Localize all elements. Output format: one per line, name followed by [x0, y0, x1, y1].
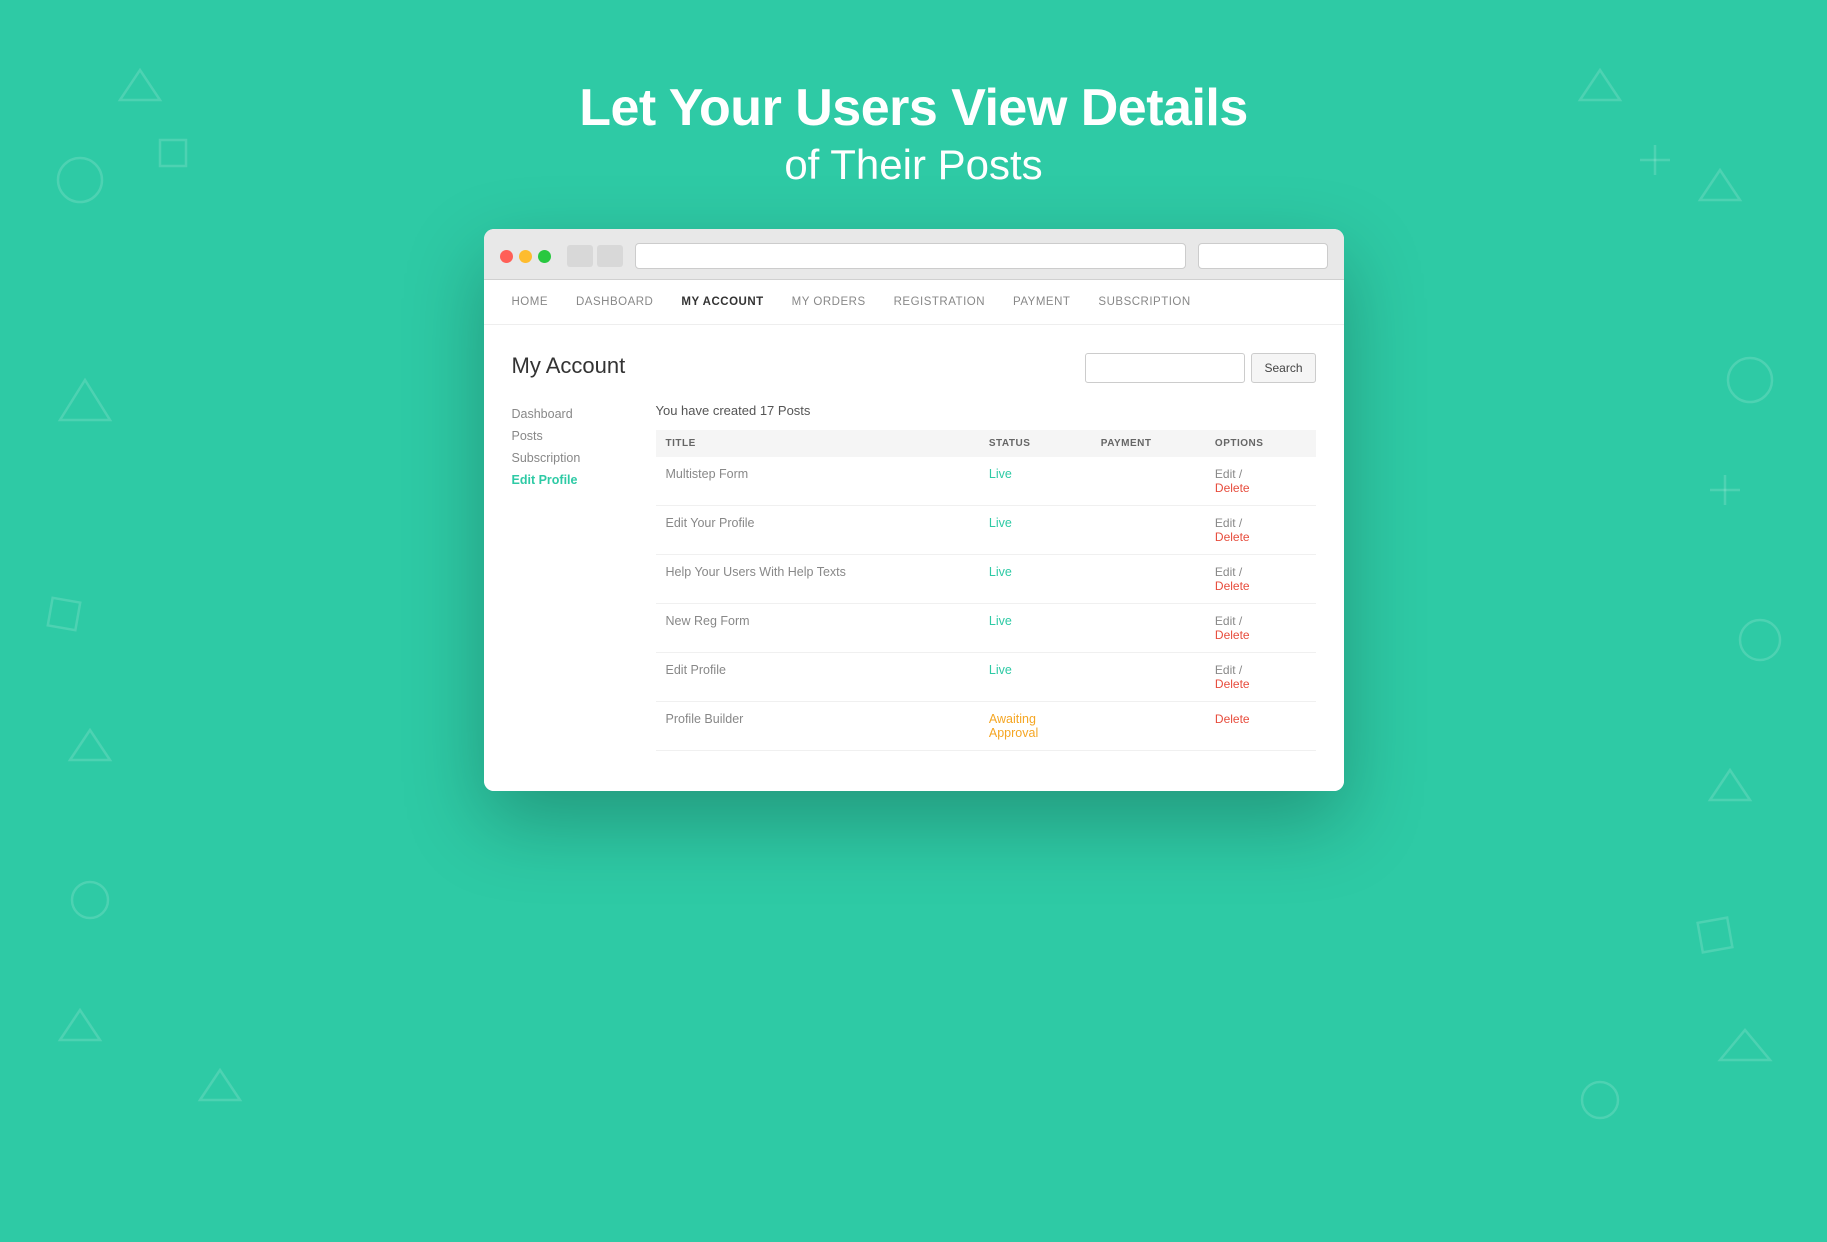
posts-count: You have created 17 Posts — [656, 403, 1316, 418]
browser-window: HOME DASHBOARD MY ACCOUNT MY ORDERS REGI… — [484, 229, 1344, 791]
nav-item-myaccount[interactable]: MY ACCOUNT — [681, 296, 763, 308]
post-payment-cell — [1091, 555, 1205, 604]
post-options-cell: Edit /Delete — [1205, 555, 1316, 604]
post-title-cell: Edit Your Profile — [656, 506, 979, 555]
sidebar-item-subscription[interactable]: Subscription — [512, 447, 632, 469]
table-row: Profile Builder AwaitingApproval Delete — [656, 702, 1316, 751]
delete-link[interactable]: Delete — [1215, 481, 1306, 495]
table-header-row: TITLE STATUS PAYMENT OPTIONS — [656, 430, 1316, 457]
post-options-cell: Edit /Delete — [1205, 604, 1316, 653]
post-title-cell: New Reg Form — [656, 604, 979, 653]
post-options-cell: Delete — [1205, 702, 1316, 751]
post-title-cell: Edit Profile — [656, 653, 979, 702]
search-area: Search — [1085, 353, 1315, 383]
post-status-cell: Live — [979, 604, 1091, 653]
delete-link[interactable]: Delete — [1215, 712, 1306, 726]
nav-forward-icon[interactable] — [597, 245, 623, 267]
post-title-cell: Help Your Users With Help Texts — [656, 555, 979, 604]
col-options: OPTIONS — [1205, 430, 1316, 457]
post-payment-cell — [1091, 506, 1205, 555]
browser-searchbar[interactable] — [1198, 243, 1328, 269]
delete-link[interactable]: Delete — [1215, 579, 1306, 593]
post-options-cell: Edit /Delete — [1205, 506, 1316, 555]
nav-item-dashboard[interactable]: DASHBOARD — [576, 296, 653, 308]
dot-green[interactable] — [538, 250, 551, 263]
post-payment-cell — [1091, 653, 1205, 702]
sidebar-item-edit-profile[interactable]: Edit Profile — [512, 469, 632, 491]
posts-table: TITLE STATUS PAYMENT OPTIONS Multistep F… — [656, 430, 1316, 751]
nav-item-subscription[interactable]: SUBSCRIPTION — [1098, 296, 1190, 308]
sidebar: Dashboard Posts Subscription Edit Profil… — [512, 403, 632, 751]
post-options-cell: Edit /Delete — [1205, 457, 1316, 506]
col-title: TITLE — [656, 430, 979, 457]
search-button[interactable]: Search — [1251, 353, 1315, 383]
edit-link[interactable]: Edit / — [1215, 663, 1242, 677]
post-status-cell: Live — [979, 457, 1091, 506]
browser-titlebar — [484, 229, 1344, 280]
hero-title: Let Your Users View Details — [0, 80, 1827, 137]
sidebar-item-dashboard[interactable]: Dashboard — [512, 403, 632, 425]
posts-area: You have created 17 Posts TITLE STATUS P… — [656, 403, 1316, 751]
post-title-cell: Multistep Form — [656, 457, 979, 506]
table-row: Edit ProfileLive Edit /Delete — [656, 653, 1316, 702]
site-nav: HOME DASHBOARD MY ACCOUNT MY ORDERS REGI… — [484, 280, 1344, 325]
post-payment-cell — [1091, 702, 1205, 751]
delete-link[interactable]: Delete — [1215, 530, 1306, 544]
nav-back-icon[interactable] — [567, 245, 593, 267]
table-row: Edit Your ProfileLive Edit /Delete — [656, 506, 1316, 555]
post-status-cell: Live — [979, 555, 1091, 604]
edit-link[interactable]: Edit / — [1215, 467, 1242, 481]
post-payment-cell — [1091, 604, 1205, 653]
page-header: My Account Search — [512, 353, 1316, 383]
edit-link[interactable]: Edit / — [1215, 614, 1242, 628]
browser-dots — [500, 250, 551, 263]
post-payment-cell — [1091, 457, 1205, 506]
sidebar-item-posts[interactable]: Posts — [512, 425, 632, 447]
col-status: STATUS — [979, 430, 1091, 457]
nav-item-registration[interactable]: REGISTRATION — [894, 296, 985, 308]
post-status-cell: Live — [979, 653, 1091, 702]
post-status-cell: AwaitingApproval — [979, 702, 1091, 751]
post-options-cell: Edit /Delete — [1205, 653, 1316, 702]
browser-content: HOME DASHBOARD MY ACCOUNT MY ORDERS REGI… — [484, 280, 1344, 791]
post-title-cell: Profile Builder — [656, 702, 979, 751]
table-row: New Reg FormLive Edit /Delete — [656, 604, 1316, 653]
col-payment: PAYMENT — [1091, 430, 1205, 457]
browser-nav-icons — [567, 245, 623, 267]
content-body: Dashboard Posts Subscription Edit Profil… — [512, 403, 1316, 751]
table-row: Multistep FormLive Edit /Delete — [656, 457, 1316, 506]
hero-subtitle: of Their Posts — [0, 141, 1827, 189]
status-awaiting: AwaitingApproval — [989, 712, 1038, 740]
nav-item-myorders[interactable]: MY ORDERS — [792, 296, 866, 308]
post-status-cell: Live — [979, 506, 1091, 555]
dot-yellow[interactable] — [519, 250, 532, 263]
browser-addressbar[interactable] — [635, 243, 1186, 269]
search-input[interactable] — [1085, 353, 1245, 383]
page-title: My Account — [512, 353, 626, 379]
edit-link[interactable]: Edit / — [1215, 516, 1242, 530]
dot-red[interactable] — [500, 250, 513, 263]
nav-item-payment[interactable]: PAYMENT — [1013, 296, 1070, 308]
main-content: My Account Search Dashboard Posts Subscr… — [484, 325, 1344, 791]
edit-link[interactable]: Edit / — [1215, 565, 1242, 579]
table-row: Help Your Users With Help TextsLive Edit … — [656, 555, 1316, 604]
delete-link[interactable]: Delete — [1215, 677, 1306, 691]
nav-item-home[interactable]: HOME — [512, 296, 549, 308]
delete-link[interactable]: Delete — [1215, 628, 1306, 642]
